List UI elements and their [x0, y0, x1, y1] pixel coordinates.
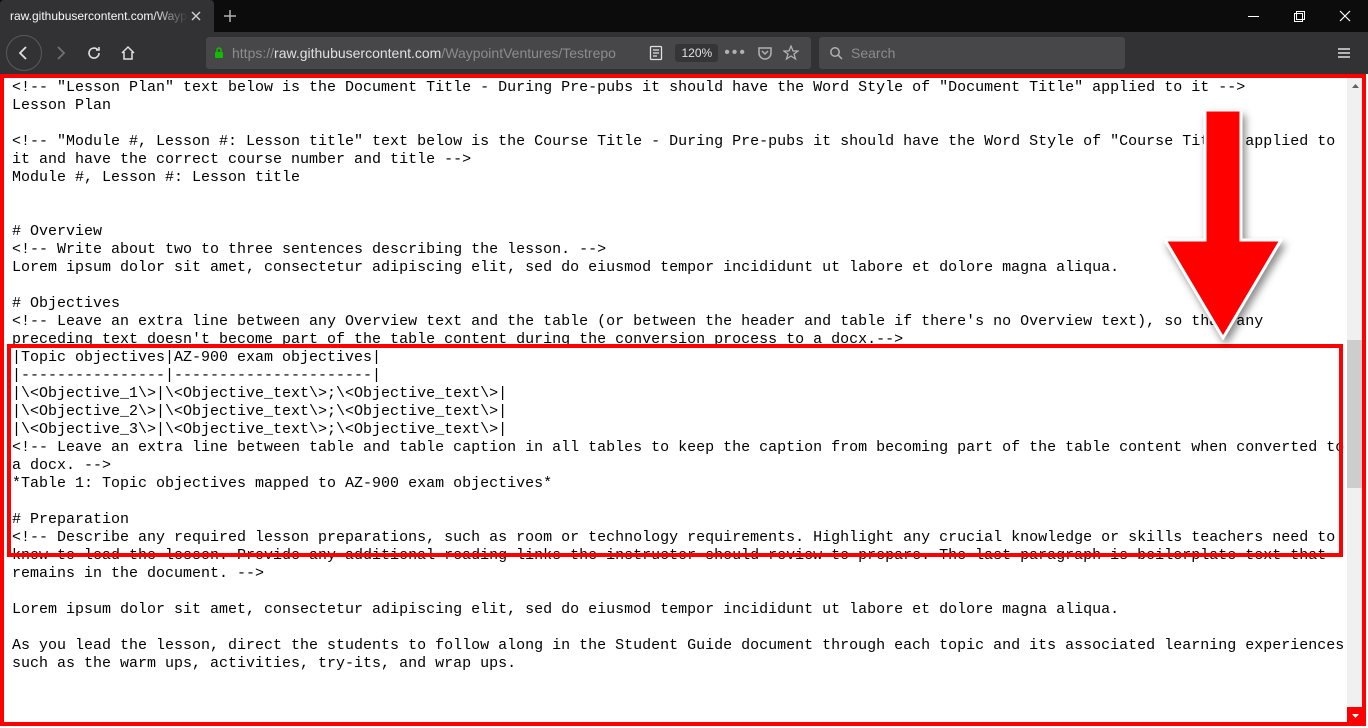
- lock-icon: [212, 46, 226, 60]
- url-prefix: https://: [232, 45, 274, 61]
- forward-button[interactable]: [44, 37, 76, 69]
- browser-toolbar: https://raw.githubusercontent.com/Waypoi…: [0, 32, 1368, 74]
- window-titlebar: raw.githubusercontent.com/Wayp: [0, 0, 1368, 32]
- text-line: |\<Objective_2\>|\<Objective_text\>;\<Ob…: [12, 403, 507, 420]
- url-path: /WaypointVentures/Testrepo: [441, 45, 616, 61]
- pocket-icon[interactable]: [757, 45, 773, 61]
- text-line: <!-- Leave an extra line between table a…: [12, 439, 1353, 474]
- text-line: <!-- Describe any required lesson prepar…: [12, 529, 1344, 582]
- annotation-arrow-icon: [1163, 110, 1283, 340]
- text-line: |\<Objective_3\>|\<Objective_text\>;\<Ob…: [12, 421, 507, 438]
- more-icon[interactable]: •••: [724, 44, 747, 62]
- text-line: |\<Objective_1\>|\<Objective_text\>;\<Ob…: [12, 385, 507, 402]
- text-line: As you lead the lesson, direct the stude…: [12, 637, 1353, 672]
- search-placeholder: Search: [851, 45, 895, 61]
- close-window-button[interactable]: [1322, 0, 1368, 32]
- minimize-button[interactable]: [1230, 0, 1276, 32]
- search-icon: [829, 46, 843, 60]
- app-menu-button[interactable]: [1326, 37, 1362, 69]
- text-line: Lorem ipsum dolor sit amet, consectetur …: [12, 259, 1119, 276]
- text-line: |----------------|----------------------…: [12, 367, 381, 384]
- text-line: Lesson Plan: [12, 97, 111, 114]
- tab-title: raw.githubusercontent.com/Wayp: [10, 9, 188, 23]
- url-text: https://raw.githubusercontent.com/Waypoi…: [232, 45, 640, 61]
- text-line: # Preparation: [12, 511, 129, 528]
- url-bar[interactable]: https://raw.githubusercontent.com/Waypoi…: [206, 37, 811, 69]
- tab-strip: raw.githubusercontent.com/Wayp: [0, 0, 246, 32]
- maximize-button[interactable]: [1276, 0, 1322, 32]
- text-line: |Topic objectives|AZ-900 exam objectives…: [12, 349, 381, 366]
- vertical-scrollbar[interactable]: [1347, 78, 1364, 724]
- bookmark-star-icon[interactable]: [783, 45, 799, 61]
- back-button[interactable]: [6, 35, 42, 71]
- text-line: <!-- Write about two to three sentences …: [12, 241, 606, 258]
- window-controls: [1230, 0, 1368, 32]
- text-line: <!-- "Lesson Plan" text below is the Doc…: [12, 79, 1245, 96]
- text-line: Lorem ipsum dolor sit amet, consectetur …: [12, 601, 1119, 618]
- new-tab-button[interactable]: [214, 0, 246, 32]
- text-line: *Table 1: Topic objectives mapped to AZ-…: [12, 475, 552, 492]
- reload-button[interactable]: [78, 37, 110, 69]
- reader-mode-icon[interactable]: [646, 45, 666, 61]
- search-bar[interactable]: Search: [819, 37, 1125, 69]
- scroll-up-icon[interactable]: [1347, 78, 1364, 95]
- scroll-down-icon[interactable]: [1347, 707, 1364, 724]
- zoom-badge[interactable]: 120%: [675, 44, 718, 62]
- home-button[interactable]: [112, 37, 144, 69]
- url-domain: raw.githubusercontent.com: [274, 45, 441, 61]
- close-tab-icon[interactable]: [188, 8, 204, 24]
- text-line: <!-- Leave an extra line between any Ove…: [12, 313, 1272, 348]
- page-content: <!-- "Lesson Plan" text below is the Doc…: [12, 79, 1346, 673]
- text-line: # Overview: [12, 223, 102, 240]
- text-line: <!-- "Module #, Lesson #: Lesson title" …: [12, 133, 1344, 168]
- browser-tab[interactable]: raw.githubusercontent.com/Wayp: [0, 0, 214, 32]
- text-line: Module #, Lesson #: Lesson title: [12, 169, 300, 186]
- page-viewport: <!-- "Lesson Plan" text below is the Doc…: [0, 74, 1368, 728]
- scroll-thumb[interactable]: [1347, 340, 1364, 488]
- text-line: # Objectives: [12, 295, 120, 312]
